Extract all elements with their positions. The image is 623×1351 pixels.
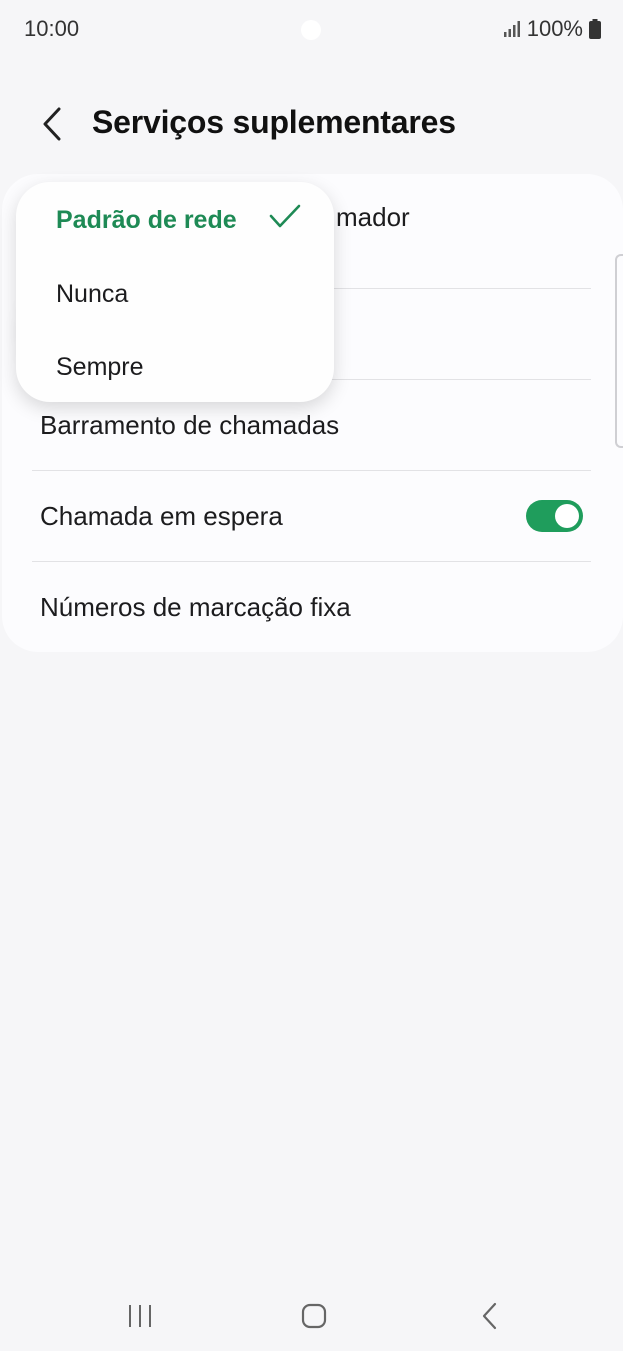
fixed-dialing-label: Números de marcação fixa [40,592,351,622]
status-icons: 100% [503,16,601,42]
settings-row-fixed-dialing[interactable]: Números de marcação fixa [2,562,623,652]
option-label: Sempre [56,353,144,381]
battery-icon [589,19,601,39]
dropdown-option-never[interactable]: Nunca [16,256,334,329]
scroll-indicator[interactable] [615,254,623,448]
back-icon [482,1302,497,1330]
home-icon [301,1303,327,1329]
home-button[interactable] [289,1296,339,1336]
chevron-left-icon [43,107,61,141]
status-bar: 10:00 100% [0,0,623,58]
recent-apps-icon [129,1305,151,1327]
call-waiting-label: Chamada em espera [40,501,283,531]
caller-id-label: mador [336,202,410,232]
signal-icon [503,21,520,37]
camera-cutout [301,20,321,40]
navigation-bar [0,1280,623,1351]
dropdown-option-always[interactable]: Sempre [16,329,334,402]
call-barring-label: Barramento de chamadas [40,410,340,440]
checkmark-icon [269,204,301,228]
battery-percent: 100% [526,16,583,41]
call-waiting-toggle[interactable] [526,500,583,532]
back-button[interactable] [32,102,72,146]
status-time: 10:00 [24,16,80,41]
nav-back-button[interactable] [465,1296,515,1336]
option-label: Nunca [56,280,129,308]
header: Serviços suplementares [0,92,623,156]
caller-id-dropdown: Padrão de rede Nunca Sempre [16,182,334,402]
toggle-knob [555,504,579,528]
screen: 10:00 100% Serviços suplementares mador … [0,0,623,1351]
recent-apps-button[interactable] [115,1296,165,1336]
page-title: Serviços suplementares [92,104,456,140]
option-label: Padrão de rede [56,206,237,234]
dropdown-option-network-default[interactable]: Padrão de rede [16,182,334,256]
